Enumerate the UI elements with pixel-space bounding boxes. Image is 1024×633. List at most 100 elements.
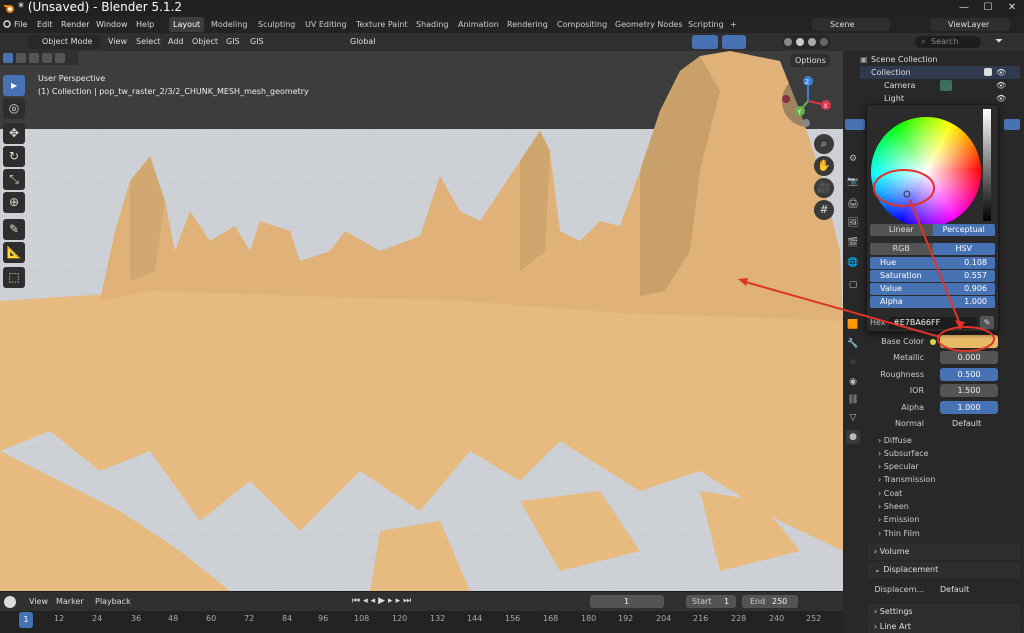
close-button[interactable]: ✕ — [1000, 0, 1024, 16]
pan-hand-icon[interactable]: ✋ — [814, 156, 834, 176]
transform-orientation[interactable]: Global — [350, 33, 376, 51]
socket-icon[interactable] — [930, 339, 936, 345]
selection-modes[interactable] — [0, 51, 78, 65]
visibility-eye-icon[interactable]: 👁 — [996, 66, 1006, 79]
timeline-menu-view[interactable]: View — [29, 592, 48, 610]
tab-modeling[interactable]: Modeling — [207, 17, 251, 32]
start-frame-field[interactable]: Start 1 — [686, 595, 736, 608]
world-tab-icon[interactable]: 🌐 — [846, 256, 860, 270]
blender-menu-icon[interactable] — [2, 19, 12, 29]
viewport-menu-gis-2[interactable]: GIS — [250, 33, 264, 51]
timeline-ruler[interactable]: 1 12 24 36 48 60 72 84 96 108 120 132 14… — [0, 611, 843, 633]
view-layer-selector[interactable]: ViewLayer — [930, 18, 1010, 31]
transform-tool[interactable]: ⊕ — [3, 192, 25, 213]
subpanel-specular[interactable]: › Specular — [878, 460, 919, 473]
options-dropdown[interactable]: Options — [790, 54, 830, 67]
scale-tool[interactable]: ⤡ — [3, 169, 25, 190]
editor-type-icon[interactable] — [4, 596, 16, 608]
cursor-tool[interactable]: ◎ — [3, 98, 25, 119]
annotate-tool[interactable]: ✎ — [3, 219, 25, 240]
minimize-button[interactable]: — — [952, 0, 976, 16]
normal-field[interactable]: Default — [940, 417, 998, 430]
panel-settings[interactable]: › Settings — [868, 604, 1020, 620]
current-frame-field[interactable]: 1 — [590, 595, 664, 608]
hue-field[interactable]: Hue 0.108 — [870, 257, 995, 269]
output-tab-icon[interactable]: 🖨 — [846, 197, 860, 211]
viewport-menu-select[interactable]: Select — [136, 33, 161, 51]
data-tab-icon[interactable]: ▽ — [846, 411, 860, 425]
metallic-field[interactable]: 0.000 — [940, 351, 998, 364]
tab-animation[interactable]: Animation — [454, 17, 503, 32]
zoom-icon[interactable]: ⌕ — [814, 134, 834, 154]
select-box-tool[interactable]: ▸ — [3, 75, 25, 96]
rotate-tool[interactable]: ↻ — [3, 146, 25, 167]
alpha-field[interactable]: Alpha 1.000 — [870, 296, 995, 308]
tab-sculpting[interactable]: Sculpting — [254, 17, 299, 32]
viewport-menu-add[interactable]: Add — [168, 33, 184, 51]
object-tab-icon[interactable]: 🟧 — [846, 318, 860, 332]
add-workspace-button[interactable]: + — [726, 17, 741, 32]
scene-tab-icon[interactable]: 🎬 — [846, 236, 860, 250]
linear-button[interactable]: Linear — [870, 224, 933, 236]
ior-field[interactable]: 1.500 — [940, 384, 998, 397]
current-frame-marker[interactable]: 1 — [19, 612, 33, 628]
viewport-menu-object[interactable]: Object — [192, 33, 218, 51]
scene-selector[interactable]: Scene — [812, 18, 890, 31]
measure-tool[interactable]: 📐 — [3, 242, 25, 263]
timeline-menu-playback[interactable]: Playback — [95, 592, 131, 610]
constraints-tab-icon[interactable]: ⛓ — [846, 393, 860, 407]
grid-view-icon[interactable]: # — [814, 200, 834, 220]
end-frame-field[interactable]: End 250 — [742, 595, 798, 608]
filter-icon[interactable]: ⏷ — [995, 36, 1003, 47]
3d-viewport[interactable]: User Perspective (1) Collection | pop_tw… — [0, 51, 843, 591]
outliner-search[interactable]: ⌕ Search — [915, 36, 981, 48]
tab-compositing[interactable]: Compositing — [553, 17, 611, 32]
rgb-button[interactable]: RGB — [870, 243, 933, 255]
displacement-field[interactable]: Default — [928, 583, 998, 596]
subpanel-sheen[interactable]: › Sheen — [878, 500, 909, 513]
outliner-camera[interactable]: Camera 👁 — [860, 79, 1020, 92]
playback-controls[interactable]: ⏮◂◂▶▸▸⏭ — [352, 595, 456, 608]
camera-view-icon[interactable]: 🎥 — [814, 178, 834, 198]
subpanel-subsurface[interactable]: › Subsurface — [878, 447, 929, 460]
tab-shading[interactable]: Shading — [412, 17, 453, 32]
navigation-gizmo[interactable]: Z X Y — [778, 71, 838, 131]
subpanel-emission[interactable]: › Emission — [878, 513, 919, 526]
color-wheel[interactable] — [869, 115, 983, 229]
overlay-toggle[interactable] — [722, 35, 746, 49]
tab-uv-editing[interactable]: UV Editing — [301, 17, 351, 32]
viewport-menu-view[interactable]: View — [108, 33, 127, 51]
saturation-field[interactable]: Saturation 0.557 — [870, 270, 995, 282]
panel-displacement[interactable]: ⌄ Displacement — [868, 562, 1020, 578]
menu-help[interactable]: Help — [136, 16, 154, 33]
move-tool[interactable]: ✥ — [3, 123, 25, 144]
add-cube-tool[interactable]: ⬚ — [3, 267, 25, 288]
menu-render[interactable]: Render — [61, 16, 89, 33]
eyedropper-icon[interactable]: ✎ — [980, 316, 994, 329]
outliner-scene-collection[interactable]: ▣ Scene Collection — [860, 53, 1020, 66]
tab-layout[interactable]: Layout — [169, 17, 205, 32]
timeline-menu-marker[interactable]: Marker — [56, 592, 84, 610]
render-tab-icon[interactable]: 📷 — [846, 175, 860, 189]
menu-edit[interactable]: Edit — [37, 16, 53, 33]
visibility-eye-icon[interactable]: 👁 — [996, 92, 1006, 105]
subpanel-transmission[interactable]: › Transmission — [878, 473, 935, 486]
value-slider[interactable] — [983, 109, 991, 221]
hex-field[interactable]: #E7BA66FF — [889, 317, 977, 329]
base-color-swatch[interactable] — [940, 335, 998, 348]
gizmo-toggle[interactable] — [692, 35, 718, 49]
viewport-menu-gis[interactable]: GIS — [226, 33, 240, 51]
modifier-tab-icon[interactable]: 🔧 — [846, 337, 860, 351]
menu-window[interactable]: Window — [96, 16, 128, 33]
tab-geometry-nodes[interactable]: Geometry Nodes — [611, 17, 686, 32]
alpha-field[interactable]: 1.000 — [940, 401, 998, 414]
tool-tab-icon[interactable]: ⚙ — [846, 152, 860, 166]
subpanel-diffuse[interactable]: › Diffuse — [878, 434, 912, 447]
mode-selector[interactable]: Object Mode — [28, 35, 100, 49]
subpanel-thin-film[interactable]: › Thin Film — [878, 527, 920, 540]
hsv-button[interactable]: HSV — [932, 243, 995, 255]
value-field[interactable]: Value 0.906 — [870, 283, 995, 295]
particles-tab-icon[interactable]: ⁘ — [846, 356, 860, 370]
perceptual-button[interactable]: Perceptual — [932, 224, 995, 236]
panel-volume[interactable]: › Volume — [868, 544, 1020, 560]
